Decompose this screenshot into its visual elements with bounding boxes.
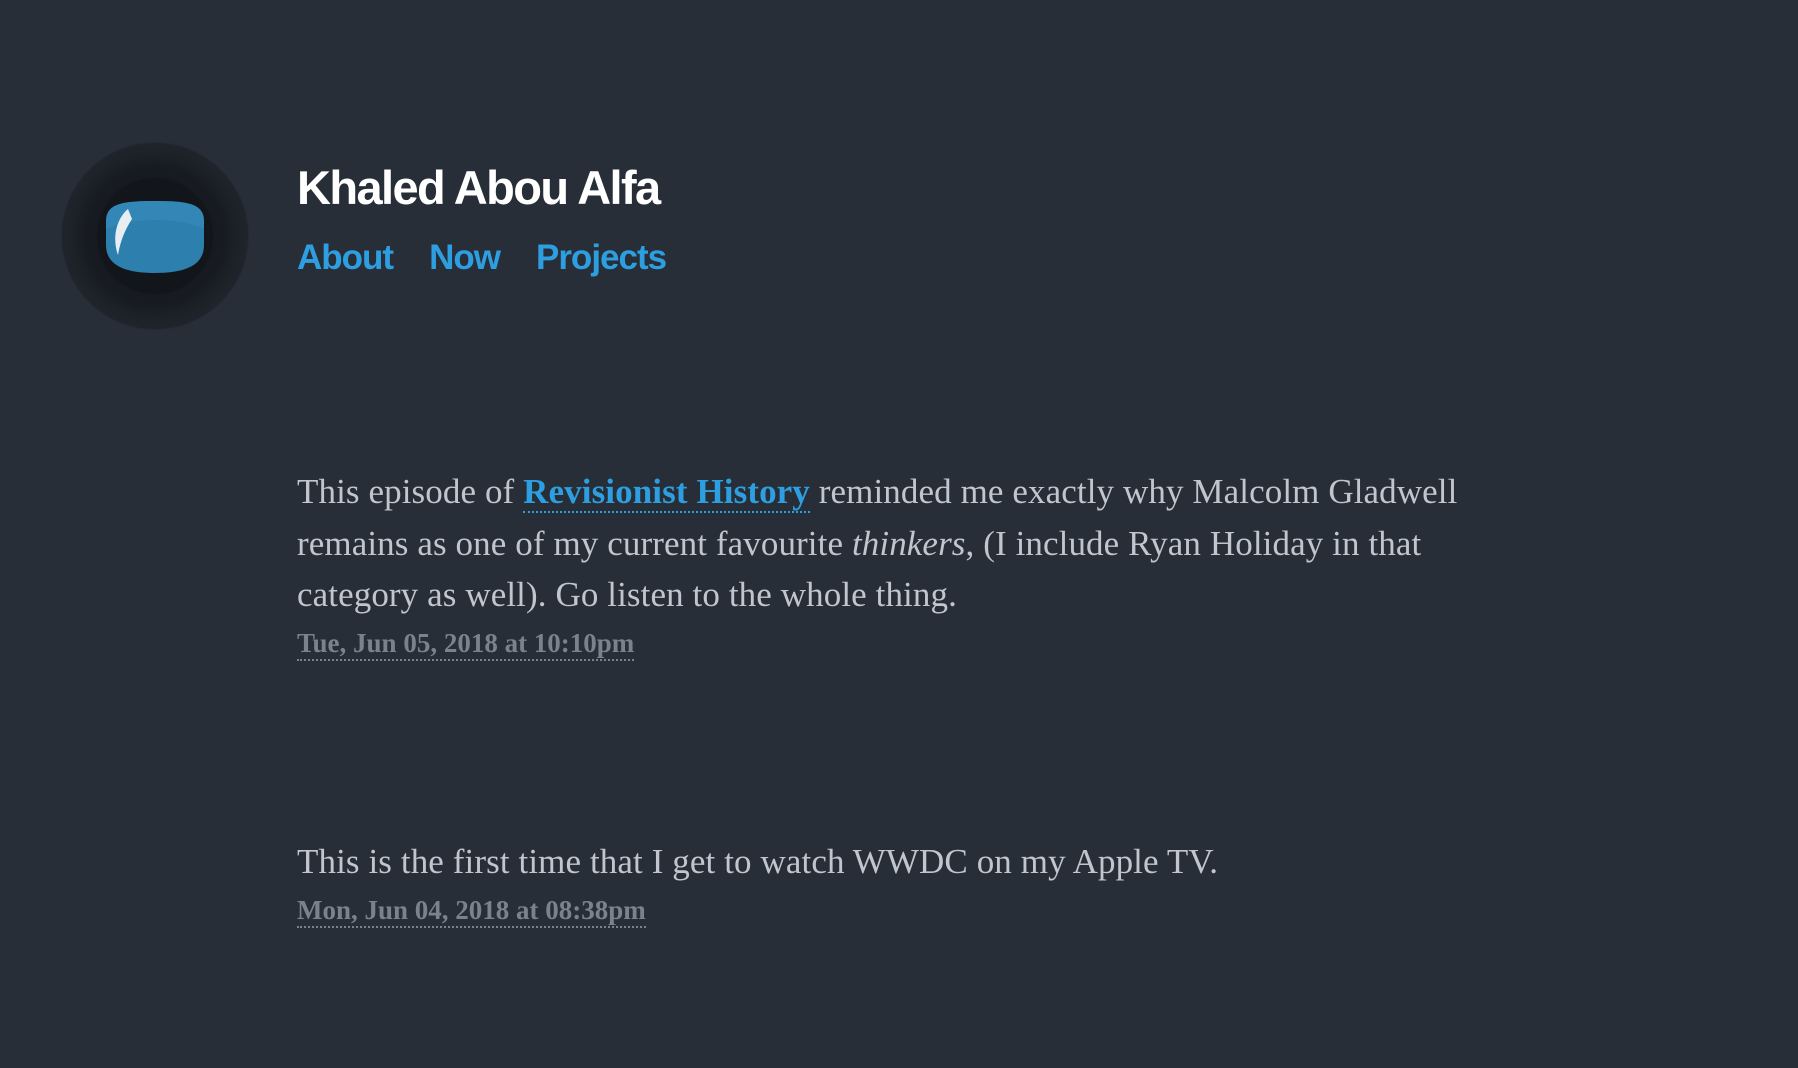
nav-projects-link[interactable]: Projects — [536, 237, 667, 279]
main-nav: About Now Projects — [297, 237, 667, 279]
post-text: This episode of — [297, 472, 524, 511]
post-emphasis: thinkers — [851, 523, 966, 563]
post-item: This is the first time that I get to wat… — [297, 836, 1527, 928]
eye-logo-icon — [97, 178, 213, 294]
nav-now-link[interactable]: Now — [429, 237, 501, 279]
post-item: This episode of Revisionist History remi… — [297, 466, 1527, 661]
post-body: This episode of Revisionist History remi… — [297, 466, 1527, 621]
post-date-link[interactable]: Mon, Jun 04, 2018 at 08:38pm — [297, 894, 646, 928]
post-body: This is the first time that I get to wat… — [297, 842, 1219, 881]
site-title[interactable]: Khaled Abou Alfa — [297, 160, 661, 216]
site-logo[interactable] — [62, 143, 248, 329]
post-date-link[interactable]: Tue, Jun 05, 2018 at 10:10pm — [297, 627, 635, 661]
revisionist-history-link[interactable]: Revisionist History — [523, 472, 810, 513]
nav-about-link[interactable]: About — [297, 237, 394, 279]
